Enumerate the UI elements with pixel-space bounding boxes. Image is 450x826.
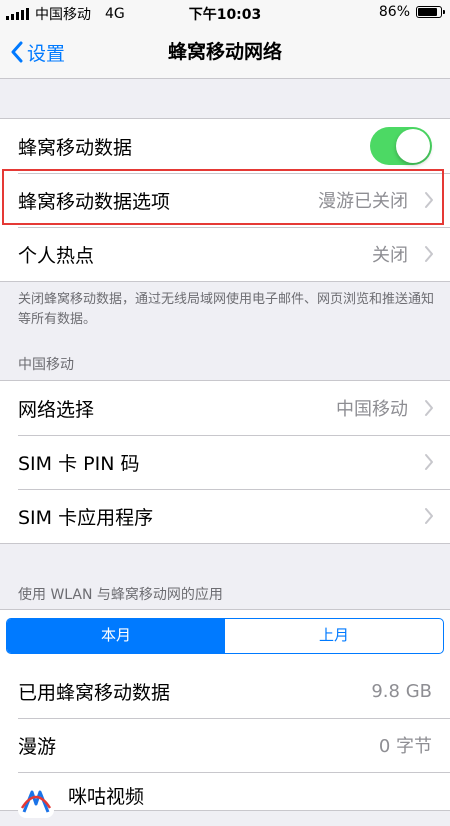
hotspot-value: 关闭 [372, 245, 408, 266]
battery-icon [416, 6, 445, 18]
cellular-group: 蜂窝移动数据 蜂窝移动数据选项 漫游已关闭 个人热点 关闭 [0, 118, 450, 282]
carrier-group: 网络选择 中国移动 SIM 卡 PIN 码 SIM 卡应用程序 [0, 380, 450, 544]
tab-this-month[interactable]: 本月 [7, 619, 225, 653]
carrier-section-header: 中国移动 [18, 357, 74, 373]
network-select-value: 中国移动 [336, 399, 408, 420]
hotspot-row[interactable]: 个人热点 关闭 [0, 227, 450, 281]
chevron-right-icon [425, 246, 433, 262]
cellular-data-toggle[interactable] [370, 127, 432, 165]
cellular-data-label: 蜂窝移动数据 [18, 136, 133, 159]
used-data-value: 9.8 GB [371, 680, 432, 702]
chevron-right-icon [425, 192, 433, 208]
chevron-right-icon [425, 508, 433, 524]
status-right: 86% [378, 4, 445, 20]
app-row-migu: 咪咕视频 [0, 772, 450, 826]
sim-pin-label: SIM 卡 PIN 码 [18, 452, 140, 475]
status-bar: 中国移动 4G 下午10:03 86% [0, 0, 450, 26]
sim-apps-label: SIM 卡应用程序 [18, 506, 154, 529]
used-data-row: 已用蜂窝移动数据 9.8 GB [0, 664, 450, 718]
navigation-bar: 设置 蜂窝移动网络 [0, 26, 450, 79]
roaming-value: 0 字节 [378, 736, 432, 757]
hotspot-label: 个人热点 [18, 244, 95, 267]
used-data-label: 已用蜂窝移动数据 [18, 681, 171, 704]
battery-percent: 86% [378, 4, 410, 20]
tab-last-month[interactable]: 上月 [225, 619, 443, 653]
sim-apps-row[interactable]: SIM 卡应用程序 [0, 489, 450, 543]
cellular-footnote: 关闭蜂窝移动数据，通过无线局域网使用电子邮件、网页浏览和推送通知等所有数据。 [18, 292, 435, 327]
cellular-data-row: 蜂窝移动数据 [0, 119, 450, 173]
cellular-options-label: 蜂窝移动数据选项 [18, 190, 171, 213]
usage-section-header: 使用 WLAN 与蜂窝移动网的应用 [18, 587, 223, 603]
network-select-label: 网络选择 [18, 398, 95, 421]
cellular-options-row[interactable]: 蜂窝移动数据选项 漫游已关闭 [0, 173, 450, 227]
network-select-row[interactable]: 网络选择 中国移动 [0, 381, 450, 435]
cellular-options-value: 漫游已关闭 [318, 191, 408, 212]
roaming-row: 漫游 0 字节 [0, 718, 450, 772]
migu-video-icon [18, 782, 54, 818]
period-segmented-control: 本月 上月 [6, 618, 444, 654]
sim-pin-row[interactable]: SIM 卡 PIN 码 [0, 435, 450, 489]
chevron-right-icon [425, 400, 433, 416]
page-title: 蜂窝移动网络 [167, 41, 282, 63]
chevron-right-icon [425, 454, 433, 470]
app-name: 咪咕视频 [68, 786, 145, 808]
roaming-label: 漫游 [18, 735, 57, 758]
